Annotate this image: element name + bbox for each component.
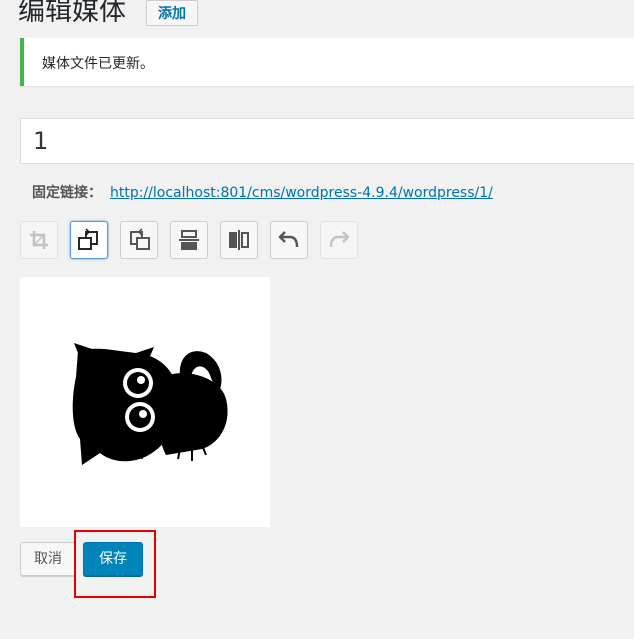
image-preview: [20, 277, 270, 527]
rotate-left-icon: [78, 228, 98, 250]
undo-icon: [278, 231, 299, 248]
title-input[interactable]: 1: [20, 118, 634, 164]
crop-button[interactable]: [20, 221, 58, 259]
undo-button[interactable]: [270, 221, 308, 259]
crop-icon: [30, 231, 48, 249]
permalink-label: 固定链接：: [32, 185, 102, 201]
notice-text: 媒体文件已更新。: [42, 56, 154, 72]
redo-icon: [329, 231, 350, 248]
flip-horizontal-icon: [229, 230, 249, 250]
permalink-link[interactable]: http://localhost:801/cms/wordpress-4.9.4…: [110, 185, 493, 201]
flip-vertical-icon: [179, 230, 199, 250]
rotate-right-button[interactable]: [120, 221, 158, 259]
permalink: 固定链接： http://localhost:801/cms/wordpress-…: [32, 182, 493, 202]
flip-horizontal-button[interactable]: [220, 221, 258, 259]
rotate-right-icon: [130, 228, 150, 250]
add-new-button[interactable]: 添加: [146, 0, 198, 26]
save-highlight-box: [74, 530, 156, 598]
success-notice: 媒体文件已更新。: [20, 38, 634, 86]
redo-button[interactable]: [320, 221, 358, 259]
page-title: 编辑媒体: [18, 0, 126, 27]
flip-vertical-button[interactable]: [170, 221, 208, 259]
rotate-left-button[interactable]: [70, 221, 108, 259]
cancel-button[interactable]: 取消: [20, 542, 76, 576]
cat-image: [72, 343, 228, 465]
